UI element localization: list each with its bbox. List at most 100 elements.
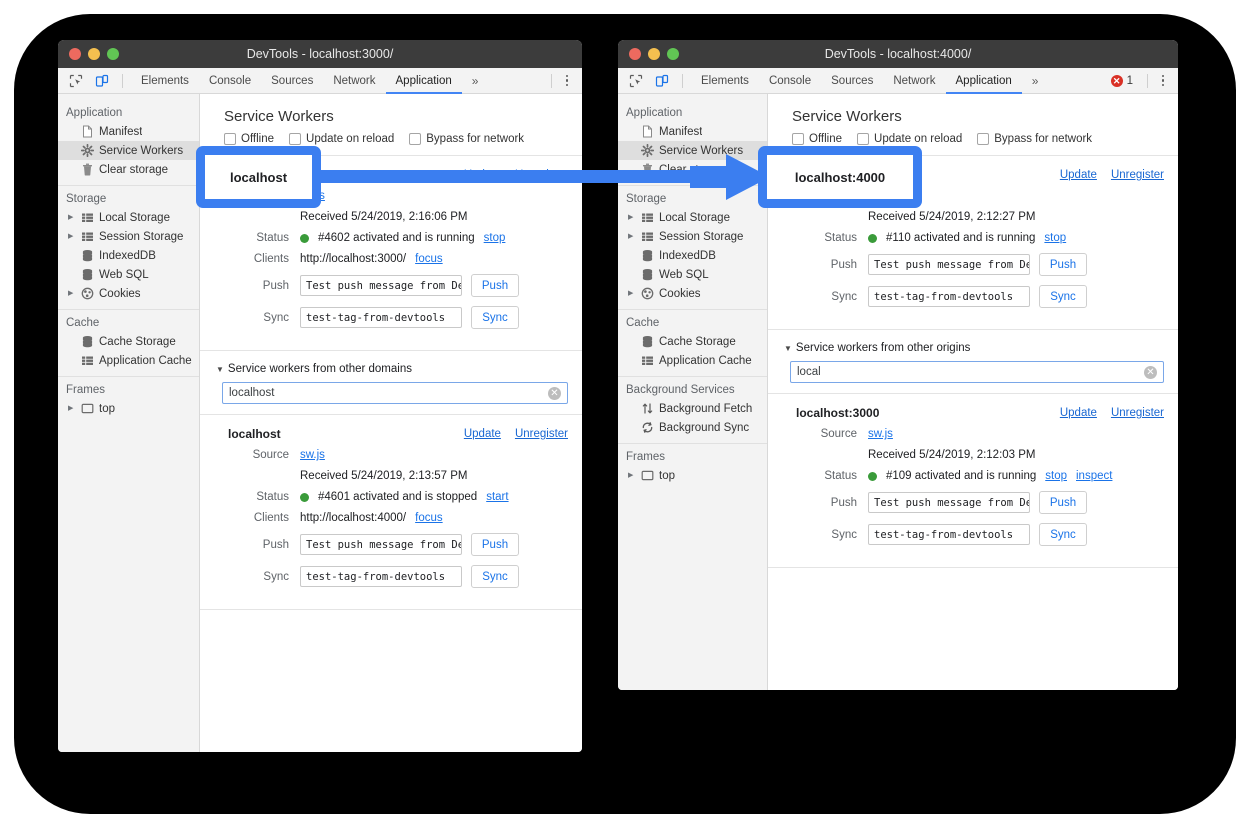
- sync-input[interactable]: test-tag-from-devtools: [868, 286, 1030, 307]
- tab-elements[interactable]: Elements: [691, 69, 759, 94]
- other-origins-header-right[interactable]: ▼ Service workers from other origins: [768, 330, 1178, 361]
- sync-input[interactable]: test-tag-from-devtools: [300, 307, 462, 328]
- sync-button[interactable]: Sync: [1039, 285, 1087, 308]
- expand-triangle-icon[interactable]: ▶: [628, 233, 636, 240]
- expand-triangle-icon[interactable]: ▶: [68, 405, 76, 412]
- checkbox-bypass-for-network[interactable]: Bypass for network: [977, 133, 1092, 145]
- collapse-triangle-icon[interactable]: ▼: [216, 365, 224, 374]
- inspect-element-icon[interactable]: [624, 71, 648, 91]
- close-window-button[interactable]: [69, 48, 81, 60]
- collapse-triangle-icon[interactable]: ▼: [784, 344, 792, 353]
- sidebar-item-top[interactable]: ▶top: [58, 399, 199, 418]
- expand-triangle-icon[interactable]: ▶: [68, 290, 76, 297]
- sidebar-item-manifest[interactable]: Manifest: [58, 122, 199, 141]
- device-toolbar-icon[interactable]: [90, 71, 114, 91]
- checkbox-box-icon[interactable]: [224, 133, 236, 145]
- status-action-link[interactable]: stop: [1044, 232, 1066, 244]
- tab-console[interactable]: Console: [199, 69, 261, 94]
- device-toolbar-icon[interactable]: [650, 71, 674, 91]
- sidebar-item-indexeddb[interactable]: IndexedDB: [618, 246, 767, 265]
- checkbox-bypass-for-network[interactable]: Bypass for network: [409, 133, 524, 145]
- sidebar-item-web-sql[interactable]: Web SQL: [618, 265, 767, 284]
- sidebar-item-service-workers[interactable]: Service Workers: [58, 141, 199, 160]
- status-action-link[interactable]: stop: [484, 232, 506, 244]
- push-input[interactable]: Test push message from DevTo: [868, 254, 1030, 275]
- inspect-link[interactable]: inspect: [1076, 470, 1112, 482]
- sync-button[interactable]: Sync: [1039, 523, 1087, 546]
- checkbox-box-icon[interactable]: [409, 133, 421, 145]
- sidebar-item-cookies[interactable]: ▶Cookies: [618, 284, 767, 303]
- sidebar-item-background-fetch[interactable]: Background Fetch: [618, 399, 767, 418]
- status-action-link[interactable]: stop: [1045, 470, 1067, 482]
- tab-sources[interactable]: Sources: [821, 69, 883, 94]
- source-link[interactable]: sw.js: [868, 428, 893, 440]
- sidebar-item-cache-storage[interactable]: Cache Storage: [618, 332, 767, 351]
- other-origins-header-left[interactable]: ▼ Service workers from other domains: [200, 351, 582, 382]
- tab-application[interactable]: Application: [386, 69, 462, 94]
- sidebar-item-clear-storage[interactable]: Clear storage: [58, 160, 199, 179]
- more-tabs-chevron-icon[interactable]: »: [1024, 74, 1047, 88]
- tab-network[interactable]: Network: [883, 69, 945, 94]
- sidebar-item-local-storage[interactable]: ▶Local Storage: [58, 208, 199, 227]
- unregister-link[interactable]: Unregister: [1111, 169, 1164, 181]
- sync-button[interactable]: Sync: [471, 306, 519, 329]
- tab-application[interactable]: Application: [946, 69, 1022, 94]
- sidebar-item-service-workers[interactable]: Service Workers: [618, 141, 767, 160]
- window-controls-left[interactable]: [58, 48, 119, 60]
- sidebar-item-session-storage[interactable]: ▶Session Storage: [58, 227, 199, 246]
- sidebar-item-top[interactable]: ▶top: [618, 466, 767, 485]
- expand-triangle-icon[interactable]: ▶: [68, 214, 76, 221]
- sidebar-item-background-sync[interactable]: Background Sync: [618, 418, 767, 437]
- expand-triangle-icon[interactable]: ▶: [628, 290, 636, 297]
- expand-triangle-icon[interactable]: ▶: [628, 214, 636, 221]
- push-button[interactable]: Push: [471, 274, 519, 297]
- unregister-link[interactable]: Unregister: [515, 428, 568, 440]
- checkbox-box-icon[interactable]: [857, 133, 869, 145]
- tab-elements[interactable]: Elements: [131, 69, 199, 94]
- checkbox-update-on-reload[interactable]: Update on reload: [857, 133, 962, 145]
- push-button[interactable]: Push: [1039, 491, 1087, 514]
- checkbox-offline[interactable]: Offline: [224, 133, 274, 145]
- sidebar-item-cookies[interactable]: ▶Cookies: [58, 284, 199, 303]
- inspect-element-icon[interactable]: [64, 71, 88, 91]
- focus-link[interactable]: focus: [415, 253, 443, 265]
- origin-filter-input[interactable]: local ✕: [790, 361, 1164, 383]
- status-action-link[interactable]: start: [486, 491, 508, 503]
- tab-sources[interactable]: Sources: [261, 69, 323, 94]
- push-input[interactable]: Test push message from De: [300, 534, 462, 555]
- tab-console[interactable]: Console: [759, 69, 821, 94]
- sidebar-item-manifest[interactable]: Manifest: [618, 122, 767, 141]
- source-link[interactable]: sw.js: [300, 449, 325, 461]
- expand-triangle-icon[interactable]: ▶: [68, 233, 76, 240]
- error-count-badge[interactable]: ✕ 1: [1111, 75, 1141, 87]
- push-input[interactable]: Test push message from DevTo: [868, 492, 1030, 513]
- minimize-window-button[interactable]: [88, 48, 100, 60]
- checkbox-box-icon[interactable]: [289, 133, 301, 145]
- sidebar-item-clear-storage[interactable]: Clear storage: [618, 160, 767, 179]
- sidebar-item-web-sql[interactable]: Web SQL: [58, 265, 199, 284]
- sync-input[interactable]: test-tag-from-devtools: [868, 524, 1030, 545]
- clear-input-icon[interactable]: ✕: [548, 387, 561, 400]
- checkbox-box-icon[interactable]: [977, 133, 989, 145]
- update-link[interactable]: Update: [464, 169, 501, 181]
- maximize-window-button[interactable]: [107, 48, 119, 60]
- update-link[interactable]: Update: [1060, 407, 1097, 419]
- update-link[interactable]: Update: [464, 428, 501, 440]
- push-input[interactable]: Test push message from De: [300, 275, 462, 296]
- window-controls-right[interactable]: [618, 48, 679, 60]
- checkbox-update-on-reload[interactable]: Update on reload: [289, 133, 394, 145]
- maximize-window-button[interactable]: [667, 48, 679, 60]
- focus-link[interactable]: focus: [415, 512, 443, 524]
- kebab-menu-icon[interactable]: [1154, 75, 1172, 87]
- sync-button[interactable]: Sync: [471, 565, 519, 588]
- checkbox-box-icon[interactable]: [792, 133, 804, 145]
- more-tabs-chevron-icon[interactable]: »: [464, 74, 487, 88]
- sidebar-item-local-storage[interactable]: ▶Local Storage: [618, 208, 767, 227]
- source-link[interactable]: sw.js: [300, 190, 325, 202]
- sidebar-item-indexeddb[interactable]: IndexedDB: [58, 246, 199, 265]
- unregister-link[interactable]: Unregister: [1111, 407, 1164, 419]
- tab-network[interactable]: Network: [323, 69, 385, 94]
- origin-filter-input[interactable]: localhost ✕: [222, 382, 568, 404]
- expand-triangle-icon[interactable]: ▶: [628, 472, 636, 479]
- push-button[interactable]: Push: [1039, 253, 1087, 276]
